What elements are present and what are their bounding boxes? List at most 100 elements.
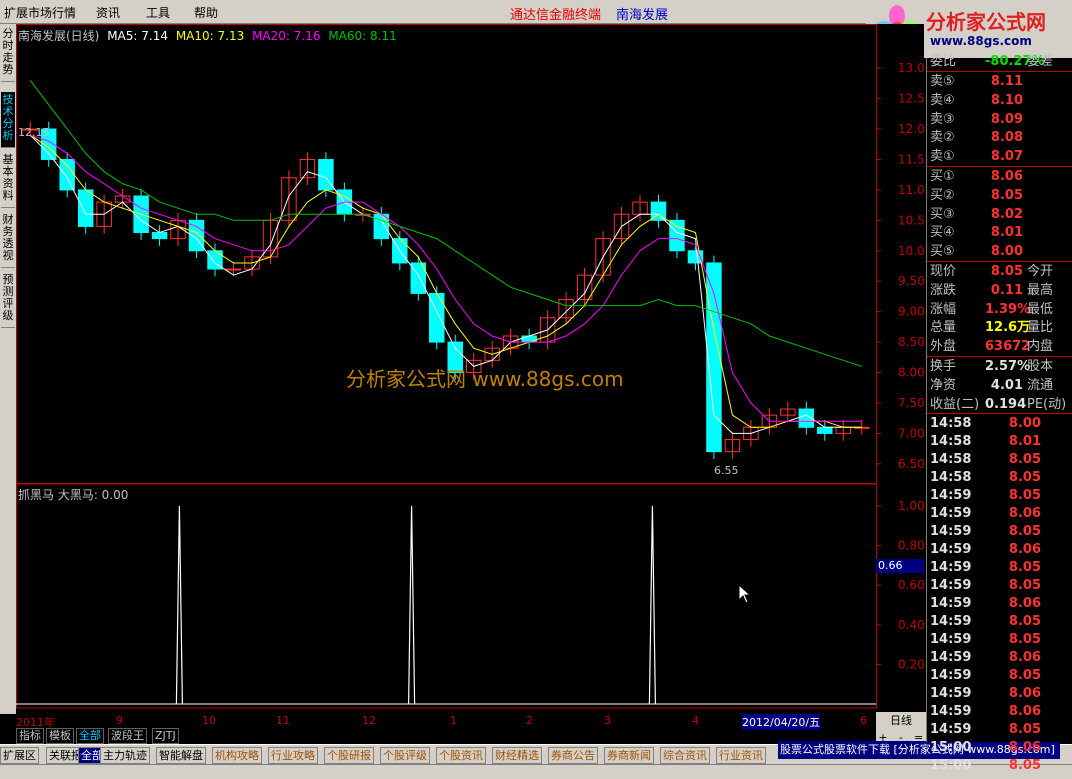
bottom-tab[interactable]: 机构攻略	[212, 747, 262, 764]
price-tick-label: 9.00	[898, 305, 924, 319]
menu-extended-market[interactable]: 扩展市场行情	[4, 4, 76, 21]
menu-info[interactable]: 资讯	[96, 4, 120, 21]
bottom-tab[interactable]: 智能解盘	[156, 747, 206, 764]
low-annotation: 6.55	[714, 464, 739, 477]
row-value: 4.01	[990, 377, 1023, 393]
row-value: 8.05	[990, 187, 1023, 203]
indicator-tab[interactable]: ZJTJ	[152, 728, 179, 744]
period-label[interactable]: 日线	[876, 712, 926, 730]
tab-forecast[interactable]: 预测评级	[1, 272, 15, 328]
main-panel-border	[16, 24, 877, 484]
menu-help[interactable]: 帮助	[194, 4, 218, 21]
date-label: 9	[116, 714, 123, 727]
row-label-2: 内盘	[1027, 339, 1054, 355]
bottom-tab[interactable]: 行业攻略	[268, 747, 318, 764]
date-label: 4	[692, 714, 699, 727]
bottom-tab[interactable]: 券商公告	[548, 747, 598, 764]
stat-row: 收益(二) 0.194 PE(动)	[927, 395, 1072, 414]
bottom-tab[interactable]: 主力轨迹	[100, 747, 150, 764]
indicator-tab[interactable]: 指标	[16, 728, 44, 744]
tick-time: 15:00	[930, 758, 972, 774]
logo-url: www.88gs.com	[930, 34, 1032, 48]
tick-time: 14:59	[930, 578, 972, 594]
tick-row: 14:59 8.05	[927, 630, 1072, 649]
stock-title: 南海发展	[616, 8, 669, 23]
indicator-tab[interactable]: 波段王	[108, 728, 147, 744]
bottom-tab[interactable]: 扩展区	[0, 747, 39, 764]
tick-price: 8.01	[1008, 434, 1041, 450]
menu-tools[interactable]: 工具	[146, 4, 170, 21]
row-label-2: 流通	[1027, 377, 1054, 393]
row-label: 卖②	[930, 130, 955, 146]
tick-time: 14:59	[930, 524, 972, 540]
price-tick-label: 12.00	[898, 122, 924, 136]
tick-price: 8.06	[1008, 650, 1041, 666]
row-value: 8.08	[990, 130, 1023, 146]
candle-body	[521, 335, 537, 343]
mouse-cursor-icon	[738, 584, 752, 604]
ma-line-ma60	[29, 79, 862, 367]
tick-price: 8.05	[1008, 488, 1041, 504]
row-value: 8.10	[990, 92, 1023, 108]
row-value: 0.194	[985, 396, 1027, 412]
row-value: 8.05	[990, 264, 1023, 279]
legend-ma5: MA5: 7.14	[107, 29, 168, 43]
row-value: 8.11	[990, 74, 1023, 89]
tab-finance[interactable]: 财务透视	[1, 212, 15, 268]
bottom-tab[interactable]: 个股评级	[380, 747, 430, 764]
tick-price: 8.05	[1008, 632, 1041, 648]
tick-price: 8.06	[1008, 704, 1041, 720]
row-label: 买⑤	[930, 244, 955, 260]
row-label: 委比	[930, 54, 957, 69]
price-tick-label: 12.50	[898, 92, 924, 106]
date-label: 2	[526, 714, 533, 727]
signal-spike	[648, 505, 656, 705]
sub-tick-label: 0.80	[898, 539, 924, 553]
tab-basic-info[interactable]: 基本资料	[1, 152, 15, 208]
tab-intraday[interactable]: 分时走势	[1, 26, 15, 82]
row-label: 卖③	[930, 111, 955, 127]
watermark: 分析家公式网 www.88gs.com	[346, 367, 624, 391]
sell-level: 卖① 8.07	[927, 147, 1072, 166]
date-label: 6	[860, 714, 867, 727]
row-label-2: 最低	[1027, 301, 1054, 317]
legend-ma20: MA20: 7.16	[252, 29, 321, 43]
tick-price: 8.06	[1008, 542, 1041, 558]
signal-spike	[175, 505, 183, 705]
indicator-tab[interactable]: 模板	[46, 728, 74, 744]
bottom-tab[interactable]: 综合资讯	[660, 747, 710, 764]
price-tick-label: 10.00	[898, 244, 924, 258]
tick-row: 14:58 8.01	[927, 432, 1072, 451]
bottom-tab[interactable]: 券商新闻	[604, 747, 654, 764]
row-label: 涨跌	[930, 282, 957, 298]
tick-time: 14:59	[930, 722, 972, 738]
bottom-tab[interactable]: 财经精选	[492, 747, 542, 764]
row-label: 买③	[930, 206, 955, 222]
bottom-tab[interactable]: 行业资讯	[716, 747, 766, 764]
row-value: -80.27%	[985, 54, 1045, 69]
tick-row: 14:59 8.05	[927, 522, 1072, 541]
bottom-tab[interactable]: 个股资讯	[436, 747, 486, 764]
row-label-2: 委差	[1027, 54, 1054, 69]
tick-price: 8.05	[1008, 578, 1041, 594]
kline-chart[interactable]: 13.00 12.50 12.00 11.50 11.00 10.50 10.00 9.50 9…	[16, 24, 924, 714]
quote-panel: 委比 -80.27% 委差 卖⑤ 8.11 卖④ 8.10 卖③ 8.09 卖② 8.08 卖① 8.0…	[926, 54, 1072, 773]
tab-technical-analysis[interactable]: 技术分析	[1, 92, 15, 148]
tick-row: 14:59 8.06	[927, 702, 1072, 721]
tick-row: 14:58 8.05	[927, 450, 1072, 469]
sell-level: 卖⑤ 8.11	[927, 72, 1072, 91]
row-value: 2.57%	[985, 359, 1031, 374]
row-value: 63672	[985, 339, 1031, 355]
tick-row: 14:59 8.05	[927, 612, 1072, 631]
candle-body	[817, 426, 833, 434]
indicator-tab-strip: 指标 模板 全部 波段王 ZJTJ	[16, 728, 186, 744]
buy-level: 买⑤ 8.00	[927, 242, 1072, 261]
signal-spike	[408, 505, 416, 705]
tick-time: 15:00	[930, 740, 972, 756]
row-label: 总量	[930, 320, 957, 336]
date-label: 2012/04/20/五	[742, 714, 821, 730]
chart-canvas[interactable]: 13.00 12.50 12.00 11.50 11.00 10.50 10.00 9.50 9…	[16, 24, 924, 714]
indicator-tab[interactable]: 全部	[76, 728, 104, 744]
bottom-tab[interactable]: 个股研报	[324, 747, 374, 764]
left-tab-strip: 分时走势 技术分析 基本资料 财务透视 预测评级	[0, 24, 16, 714]
